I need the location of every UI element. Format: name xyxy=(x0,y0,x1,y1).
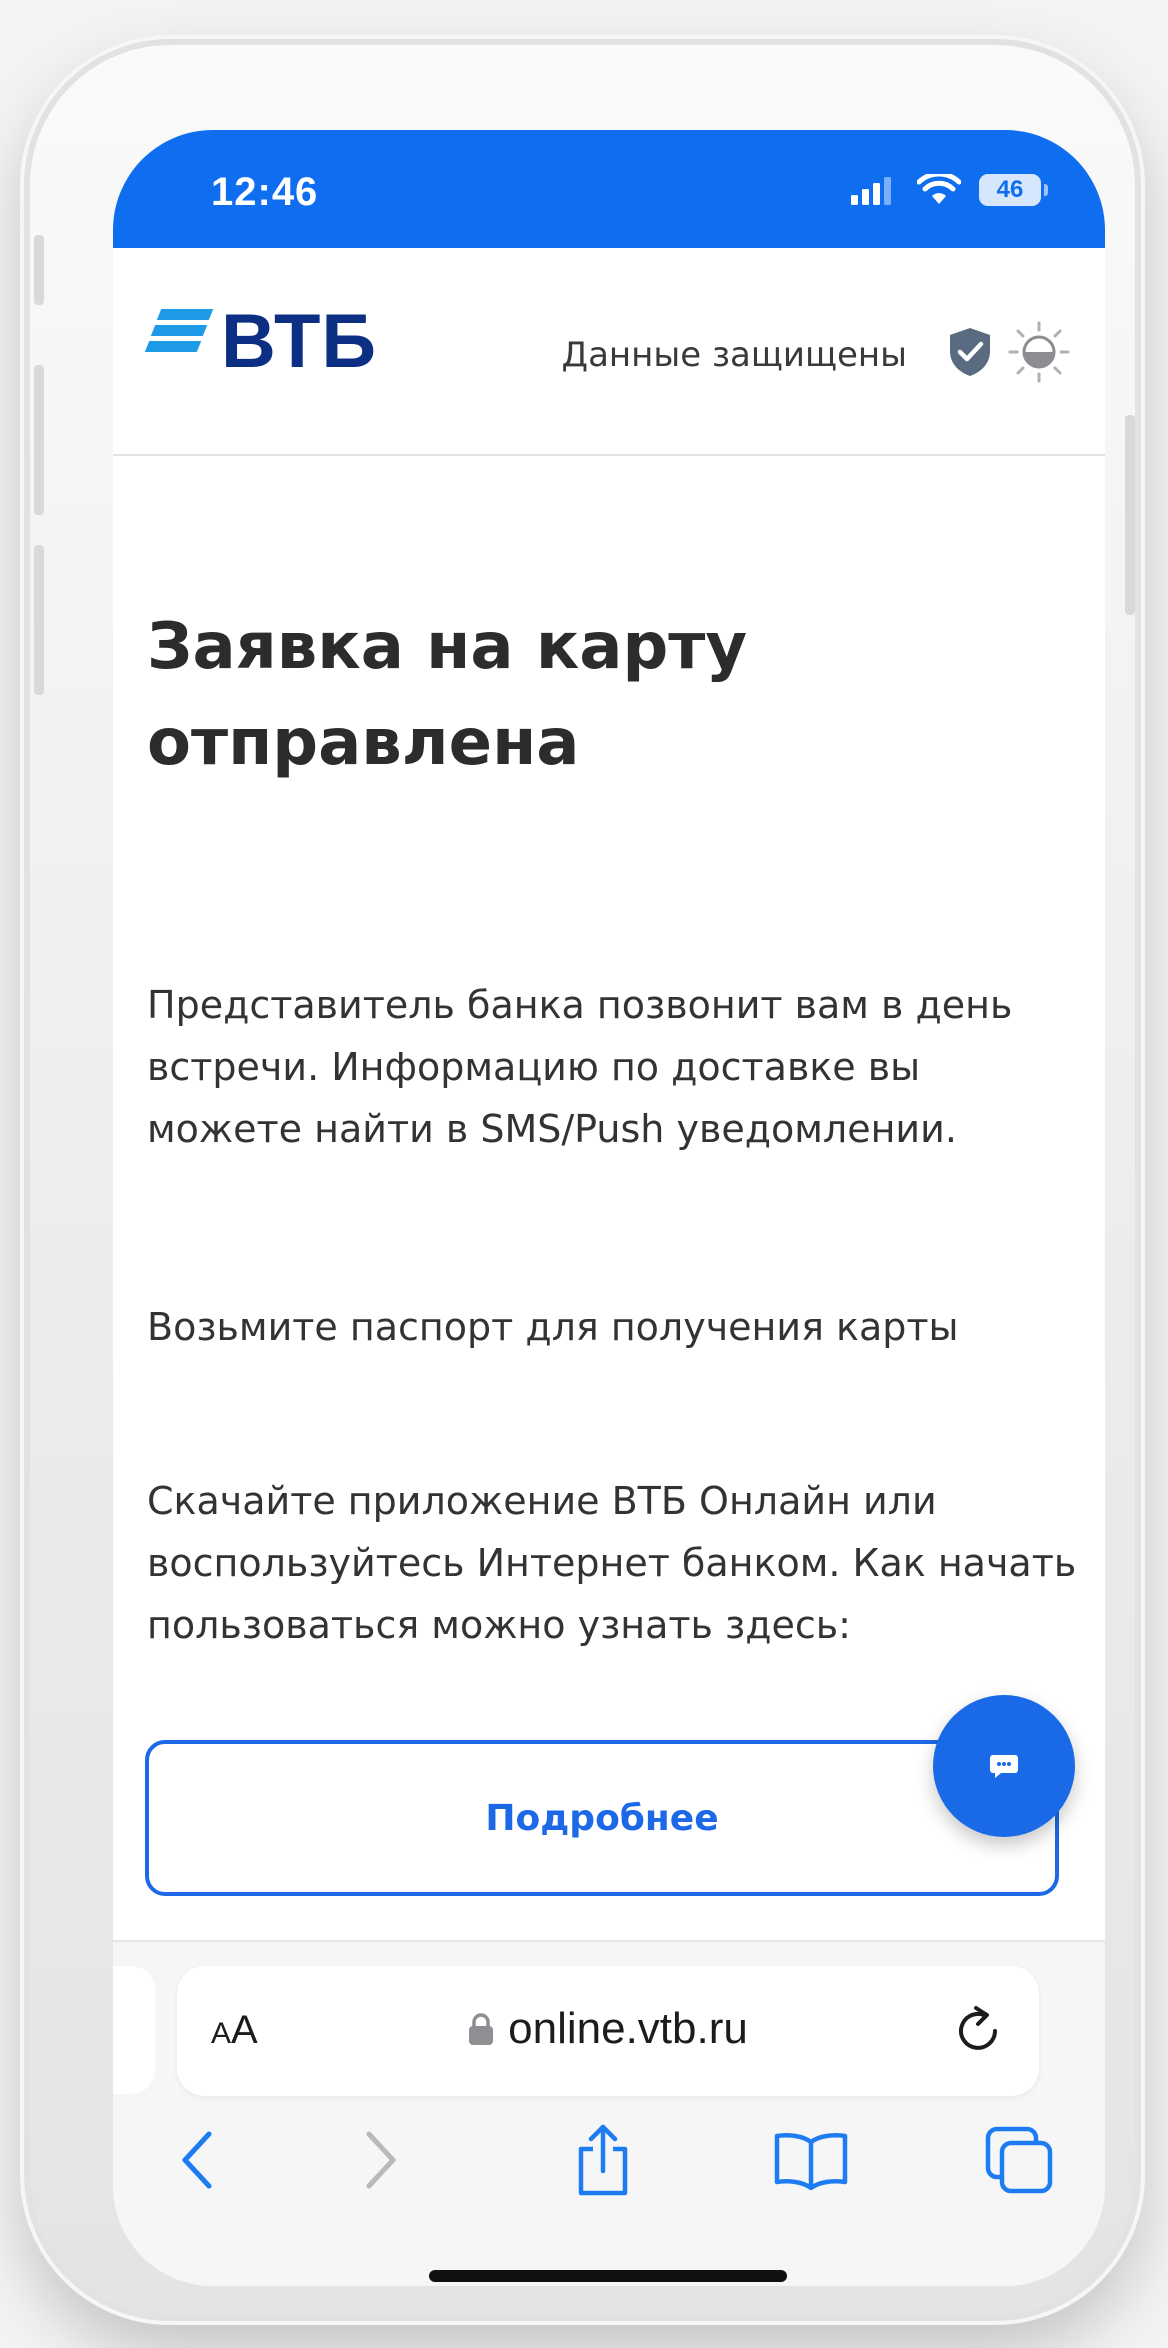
screenshot-stage: 12:46 46 ВТБ Данные защищены Заявка на к… xyxy=(0,0,1168,2348)
reload-icon[interactable] xyxy=(951,2004,1005,2058)
share-button[interactable] xyxy=(563,2120,643,2200)
wifi-icon xyxy=(917,174,961,204)
previous-tab-preview[interactable] xyxy=(113,1966,155,2094)
power-button xyxy=(1125,415,1135,615)
bookmarks-icon xyxy=(774,2133,848,2190)
volume-up-button xyxy=(34,365,44,515)
passport-reminder-text: Возьмите паспорт для получения карты xyxy=(147,1305,959,1349)
url-display[interactable]: online.vtb.ru xyxy=(177,2004,1039,2054)
delivery-info-text: Представитель банка позвонит вам в день … xyxy=(147,983,1013,1151)
page-title: Заявка на карту отправлена xyxy=(147,610,748,780)
browser-nav-row xyxy=(113,2120,1105,2210)
browser-toolbar: AA online.vtb.ru xyxy=(113,1940,1105,2286)
status-bar: 12:46 46 xyxy=(113,130,1105,248)
phone-screen: 12:46 46 ВТБ Данные защищены Заявка на к… xyxy=(113,130,1105,2286)
tabs-icon xyxy=(985,2126,1053,2194)
back-icon xyxy=(182,2131,212,2189)
bookmarks-button[interactable] xyxy=(771,2120,851,2200)
logo-stripes-icon xyxy=(144,308,215,355)
battery-level: 46 xyxy=(996,176,1024,203)
details-button[interactable]: Подробнее xyxy=(145,1740,1059,1896)
share-icon xyxy=(578,2124,628,2196)
battery-icon: 46 xyxy=(979,174,1048,206)
forward-icon xyxy=(366,2131,396,2189)
site-header: ВТБ Данные защищены xyxy=(113,248,1105,456)
lock-icon xyxy=(469,2013,494,2045)
forward-button[interactable] xyxy=(341,2120,421,2200)
volume-down-button xyxy=(34,545,44,695)
status-icons: 46 xyxy=(851,174,1048,206)
theme-toggle-icon[interactable] xyxy=(1007,320,1071,384)
signal-icon xyxy=(851,177,891,205)
url-text: online.vtb.ru xyxy=(508,2004,748,2053)
status-time: 12:46 xyxy=(211,170,319,214)
phone-frame: 12:46 46 ВТБ Данные защищены Заявка на к… xyxy=(20,35,1145,2325)
details-button-label: Подробнее xyxy=(485,1797,719,1839)
home-indicator[interactable] xyxy=(429,2270,787,2282)
secure-label: Данные защищены xyxy=(561,335,907,375)
logo-text: ВТБ xyxy=(221,299,378,384)
shield-check-icon xyxy=(950,328,990,376)
chat-icon xyxy=(990,1755,1018,1778)
mute-switch xyxy=(34,235,44,305)
vtb-logo[interactable]: ВТБ xyxy=(144,298,378,385)
address-bar[interactable]: AA online.vtb.ru xyxy=(177,1966,1039,2096)
back-button[interactable] xyxy=(157,2120,237,2200)
app-download-text: Скачайте приложение ВТБ Онлайн или воспо… xyxy=(147,1479,1077,1647)
chat-button[interactable] xyxy=(933,1695,1075,1837)
tabs-button[interactable] xyxy=(979,2120,1059,2200)
